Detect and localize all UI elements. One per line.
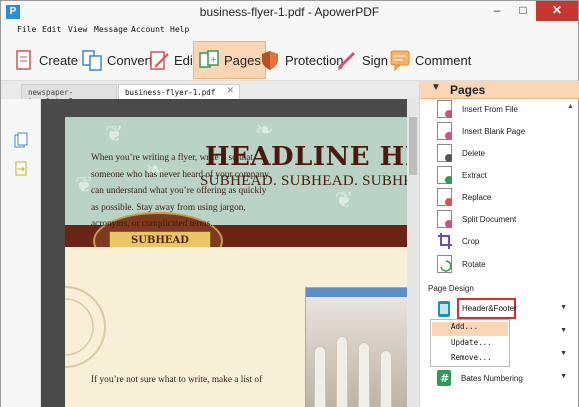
leaf-ornament-icon: ❦ xyxy=(335,187,354,212)
comment-button[interactable]: Comment xyxy=(385,41,475,79)
insert-file-icon xyxy=(437,100,452,118)
tab-newspaper-template[interactable]: newspaper-template-2... xyxy=(21,84,117,106)
collapse-arrow-icon[interactable]: ▼ xyxy=(431,82,441,93)
crop-page-button[interactable]: Crop xyxy=(437,231,479,251)
shield-icon xyxy=(259,49,281,71)
tab-business-flyer-label: business-flyer-1.pdf xyxy=(125,88,216,97)
menu-view[interactable]: View xyxy=(68,25,87,34)
photo-scene xyxy=(306,297,408,407)
mannequin-shape xyxy=(314,346,326,407)
close-button[interactable]: ✕ xyxy=(536,1,578,21)
body-line: If you’re not sure what to write, make a… xyxy=(91,375,263,385)
create-label: Create xyxy=(39,52,79,68)
dropdown-arrow-icon[interactable]: ▼ xyxy=(560,350,567,357)
leaf-ornament-icon: ❧ xyxy=(255,117,274,142)
document-viewport[interactable]: ❦ ❧ ❦ ❧ ❦ HEADLINE HER SUBHEAD. SUBHEAD.… xyxy=(41,99,419,407)
crop-icon xyxy=(437,232,452,250)
body-line: acronyms, or complicated terms. xyxy=(91,219,213,230)
mannequin-shape xyxy=(336,336,348,407)
pages-icon: + xyxy=(198,49,220,71)
pages-panel-header[interactable]: ▼ Pages xyxy=(420,81,579,99)
delete-page-button[interactable]: Delete xyxy=(437,143,485,163)
split-document-icon xyxy=(437,210,452,228)
menu-message[interactable]: Message xyxy=(94,25,128,34)
dropdown-add[interactable]: Add... xyxy=(432,322,508,336)
extract-label: Extract xyxy=(462,170,487,180)
flyer-photo xyxy=(305,287,409,407)
bates-numbering-label: Bates Numbering xyxy=(461,373,523,383)
crop-label: Crop xyxy=(462,236,480,246)
dropdown-remove[interactable]: Remove... xyxy=(451,353,492,367)
dropdown-arrow-icon[interactable]: ▼ xyxy=(560,373,567,380)
delete-label: Delete xyxy=(462,148,486,158)
split-document-button[interactable]: Split Document xyxy=(437,209,516,229)
body-line: someone who has never heard of your comp… xyxy=(91,169,269,180)
scrollbar-thumb[interactable] xyxy=(409,117,417,175)
create-document-icon xyxy=(13,49,35,71)
menu-file[interactable]: File xyxy=(17,25,36,34)
body-line: as possible. Stay away from using jargon… xyxy=(91,202,246,213)
menu-edit[interactable]: Edit xyxy=(42,25,61,34)
blank-page-icon xyxy=(437,122,452,140)
rotate-label: Rotate xyxy=(462,259,486,269)
flyer-body-text: When you’re writing a flyer, write it so… xyxy=(91,150,301,233)
menu-bar: File Edit View Message Account Help xyxy=(1,23,578,39)
close-icon[interactable]: ✕ xyxy=(226,86,234,96)
photo-top-bar xyxy=(306,288,408,297)
insert-blank-page-label: Insert Blank Page xyxy=(462,126,526,136)
header-footer-icon xyxy=(437,300,451,318)
header-footer-dropdown: Add... Update... Remove... xyxy=(430,319,510,367)
menu-help[interactable]: Help xyxy=(170,25,189,34)
insert-blank-page-button[interactable]: Insert Blank Page xyxy=(437,121,525,141)
pages-panel-title: Pages xyxy=(450,83,486,97)
hash-icon: # xyxy=(437,369,451,387)
replace-page-button[interactable]: Replace xyxy=(437,187,491,207)
tab-business-flyer[interactable]: business-flyer-1.pdf ✕ xyxy=(118,84,240,99)
document-scrollbar[interactable] xyxy=(407,99,419,407)
convert-icon xyxy=(81,49,103,71)
split-document-label: Split Document xyxy=(462,214,517,224)
page-thumbnails-icon[interactable] xyxy=(14,132,28,148)
dropdown-update[interactable]: Update... xyxy=(451,338,492,352)
extract-page-button[interactable]: Extract xyxy=(437,165,487,185)
title-bar: P business-flyer-1.pdf - ApowerPDF – □ ✕ xyxy=(1,1,578,23)
menu-account[interactable]: Account xyxy=(131,25,165,34)
dropdown-arrow-icon[interactable]: ▼ xyxy=(560,327,567,334)
delete-page-icon xyxy=(437,144,452,162)
replace-page-icon xyxy=(437,188,452,206)
edit-pen-icon xyxy=(148,49,170,71)
page-design-label: Page Design xyxy=(428,284,474,293)
panel-scroll-up-icon[interactable]: ▲ xyxy=(567,103,574,110)
sign-button[interactable]: Sign xyxy=(332,41,392,79)
sign-pen-icon xyxy=(336,49,358,71)
mannequin-shape xyxy=(358,342,370,407)
replace-label: Replace xyxy=(462,192,492,202)
insert-from-file-label: Insert From File xyxy=(462,104,519,114)
left-side-panel xyxy=(1,99,41,407)
comment-label: Comment xyxy=(415,52,472,68)
main-toolbar: Create Convert Edit + Pages Protection S… xyxy=(1,39,578,81)
maximize-button[interactable]: □ xyxy=(510,1,536,21)
app-window: P business-flyer-1.pdf - ApowerPDF – □ ✕… xyxy=(0,0,579,407)
comment-icon xyxy=(389,49,411,72)
svg-text:+: + xyxy=(210,55,217,64)
insert-from-file-button[interactable]: Insert From File xyxy=(437,99,518,119)
rotate-page-button[interactable]: Rotate xyxy=(437,254,486,274)
header-footer-button[interactable]: Header&Footer xyxy=(457,298,517,319)
rotate-page-icon xyxy=(437,255,452,273)
edit-button[interactable]: Edit xyxy=(144,41,200,79)
document-tabs: newspaper-template-2... business-flyer-1… xyxy=(1,81,419,106)
dropdown-arrow-icon[interactable]: ▼ xyxy=(560,304,567,311)
body-line: can understand what you’re offering as q… xyxy=(91,186,267,197)
create-button[interactable]: Create xyxy=(9,41,82,79)
svg-text:#: # xyxy=(440,372,449,385)
pdf-page: ❦ ❧ ❦ ❧ ❦ HEADLINE HER SUBHEAD. SUBHEAD.… xyxy=(65,117,409,407)
minimize-button[interactable]: – xyxy=(484,1,510,21)
body-line: When you’re writing a flyer, write it so… xyxy=(91,153,254,163)
extract-page-icon xyxy=(437,166,452,184)
bates-numbering-row[interactable]: # Bates Numbering ▼ xyxy=(437,368,569,388)
leaf-ornament-icon: ❦ xyxy=(105,121,124,146)
mannequin-shape xyxy=(380,350,392,407)
bookmark-export-icon[interactable] xyxy=(14,161,28,177)
